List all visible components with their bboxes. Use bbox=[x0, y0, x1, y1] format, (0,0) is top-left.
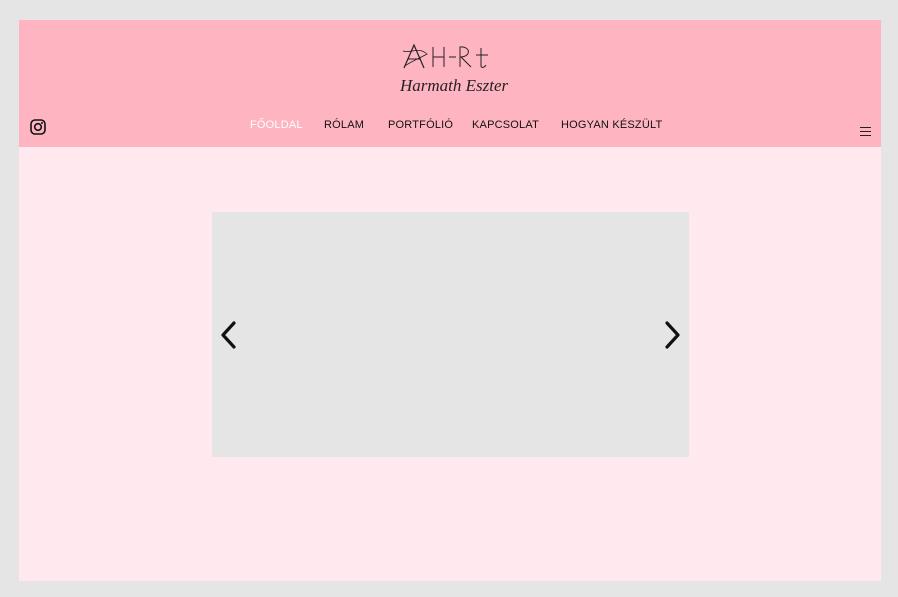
nav-item-home[interactable]: FŐOLDAL bbox=[250, 119, 303, 131]
page-container: Harmath Eszter FŐOLDAL RÓLAM PORTFÓLIÓ K… bbox=[19, 20, 881, 581]
main-nav: FŐOLDAL RÓLAM PORTFÓLIÓ KAPCSOLAT HOGYAN… bbox=[19, 119, 881, 135]
nav-item-portfolio[interactable]: PORTFÓLIÓ bbox=[388, 119, 453, 131]
chevron-right-icon[interactable] bbox=[662, 319, 682, 351]
nav-item-about[interactable]: RÓLAM bbox=[324, 119, 364, 131]
hamburger-icon[interactable] bbox=[860, 127, 871, 136]
nav-item-how-made[interactable]: HOGYAN KÉSZÜLT bbox=[561, 119, 662, 131]
nav-item-contact[interactable]: KAPCSOLAT bbox=[472, 119, 539, 131]
site-logo[interactable]: Harmath Eszter bbox=[400, 42, 509, 98]
chevron-left-icon[interactable] bbox=[219, 319, 239, 351]
site-header: Harmath Eszter FŐOLDAL RÓLAM PORTFÓLIÓ K… bbox=[19, 20, 881, 147]
logo-mark-graphic bbox=[402, 43, 488, 69]
image-slider bbox=[212, 212, 689, 457]
logo-subtitle: Harmath Eszter bbox=[400, 76, 509, 95]
